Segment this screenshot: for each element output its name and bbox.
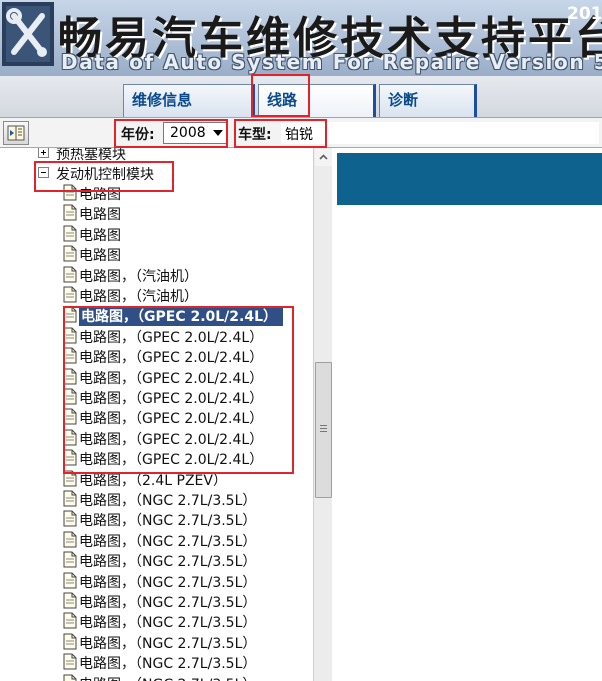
filter-bar: 年份: 2008 车型: 铂锐 <box>0 118 602 148</box>
tree-leaf-label: 电路图，（汽油机） <box>79 269 198 285</box>
tree-scrollbar[interactable] <box>313 148 332 681</box>
document-icon <box>63 592 77 609</box>
tools-logo-icon <box>2 2 54 66</box>
document-icon <box>63 531 77 548</box>
grip-line <box>320 425 327 426</box>
dropdown-arrow-icon <box>213 130 223 136</box>
document-icon <box>63 368 77 385</box>
collapse-minus-icon[interactable] <box>38 167 49 178</box>
scroll-thumb[interactable] <box>315 362 332 498</box>
tree-leaf-label: 电路图，（NGC 2.7L/3.5L） <box>79 493 257 509</box>
tree-leaf-label: 电路图，（NGC 2.7L/3.5L） <box>79 575 257 591</box>
grip-line <box>320 428 327 429</box>
scroll-up-button[interactable] <box>315 149 332 166</box>
tree-leaf-label: 电路图 <box>79 248 121 264</box>
tree-leaf-label: 电路图 <box>79 187 121 203</box>
content-header-bar <box>337 153 602 205</box>
expand-plus-icon[interactable] <box>38 148 49 158</box>
tree-leaf-label: 电路图，（NGC 2.7L/3.5L） <box>79 513 257 529</box>
document-icon <box>63 388 77 405</box>
document-icon <box>63 490 77 507</box>
header-banner: 畅易汽车维修技术支持平台 201 Data of Auto System For… <box>0 0 602 76</box>
document-icon <box>63 551 77 568</box>
tree-leaf-label: 电路图，（NGC 2.7L/3.5L） <box>79 636 257 652</box>
document-icon <box>63 286 77 303</box>
tab-repair-info[interactable]: 维修信息 <box>123 84 255 117</box>
grip-line <box>320 431 327 432</box>
tab-bar: 维修信息 线路 诊断 <box>0 76 602 118</box>
tree-leaf-label: 电路图，（GPEC 2.0L/2.4L） <box>79 452 264 468</box>
arrow-up-icon <box>319 154 328 160</box>
document-icon <box>63 184 77 201</box>
tree-leaf-label: 电路图，（汽油机） <box>79 289 198 305</box>
app-subtitle: Data of Auto System For Repaire Version … <box>61 50 602 74</box>
tree-leaf-label: 电路图 <box>79 228 121 244</box>
document-icon <box>63 653 77 670</box>
tree-leaf-label: 电路图，（2.4L PZEV） <box>79 473 227 489</box>
tab-wiring[interactable]: 线路 <box>258 84 376 117</box>
toggle-panel-button[interactable] <box>3 121 29 145</box>
tree-panel: 预热塞模块 发动机控制模块 电路图 电路图 电路图 电路图 电路图，（汽油机） 电路图，（… <box>0 148 332 681</box>
tree-leaf-label: 电路图，（GPEC 2.0L/2.4L） <box>79 330 264 346</box>
document-icon <box>63 674 77 681</box>
document-icon <box>63 266 77 283</box>
version-fragment: 201 <box>567 4 602 24</box>
tree-leaf-label: 电路图，（GPEC 2.0L/2.4L） <box>79 306 284 326</box>
tree-leaf-label: 电路图，（NGC 2.7L/3.5L） <box>79 674 256 681</box>
tree-node-label: 预热塞模块 <box>56 148 126 163</box>
document-icon <box>63 327 77 344</box>
document-icon <box>63 612 77 629</box>
model-field[interactable]: 铂锐 <box>281 122 599 144</box>
tree-leaf-label: 电路图，（NGC 2.7L/3.5L） <box>79 554 257 570</box>
tree-leaf-label: 电路图，（GPEC 2.0L/2.4L） <box>79 371 264 387</box>
tree-leaf-label: 电路图，（NGC 2.7L/3.5L） <box>79 615 257 631</box>
tab-label: 维修信息 <box>132 91 193 109</box>
model-label: 车型: <box>238 127 272 143</box>
tree-leaf-label: 电路图，（NGC 2.7L/3.5L） <box>79 595 257 611</box>
tree-leaf-label: 电路图，（GPEC 2.0L/2.4L） <box>79 350 264 366</box>
content-pane <box>333 148 602 681</box>
tree-leaf-label: 电路图，（GPEC 2.0L/2.4L） <box>79 391 264 407</box>
year-select[interactable]: 2008 <box>163 122 227 144</box>
document-icon <box>63 510 77 527</box>
document-icon <box>63 245 77 262</box>
year-label: 年份: <box>121 127 155 143</box>
tree-leaf-label: 电路图，（NGC 2.7L/3.5L） <box>79 656 257 672</box>
tab-label: 线路 <box>267 91 298 109</box>
document-icon <box>63 306 77 323</box>
year-value: 2008 <box>170 125 206 141</box>
tree-node-label: 发动机控制模块 <box>56 167 154 183</box>
document-icon <box>63 470 77 487</box>
tree-leaf-label: 电路图，（GPEC 2.0L/2.4L） <box>79 411 264 427</box>
tree-leaf-label: 电路图 <box>79 207 121 223</box>
document-icon <box>63 225 77 242</box>
document-icon <box>63 204 77 221</box>
app-window: 畅易汽车维修技术支持平台 201 Data of Auto System For… <box>0 0 602 681</box>
panel-toggle-icon <box>7 125 25 141</box>
document-icon <box>63 429 77 446</box>
document-icon <box>63 408 77 425</box>
document-icon <box>63 633 77 650</box>
tree-leaf-label: 电路图，（NGC 2.7L/3.5L） <box>79 534 257 550</box>
tab-label: 诊断 <box>388 91 419 109</box>
document-icon <box>63 572 77 589</box>
document-icon <box>63 347 77 364</box>
document-icon <box>63 449 77 466</box>
tree-leaf-label: 电路图，（GPEC 2.0L/2.4L） <box>79 432 264 448</box>
tab-diagnosis[interactable]: 诊断 <box>379 84 477 117</box>
model-value: 铂锐 <box>285 127 313 143</box>
